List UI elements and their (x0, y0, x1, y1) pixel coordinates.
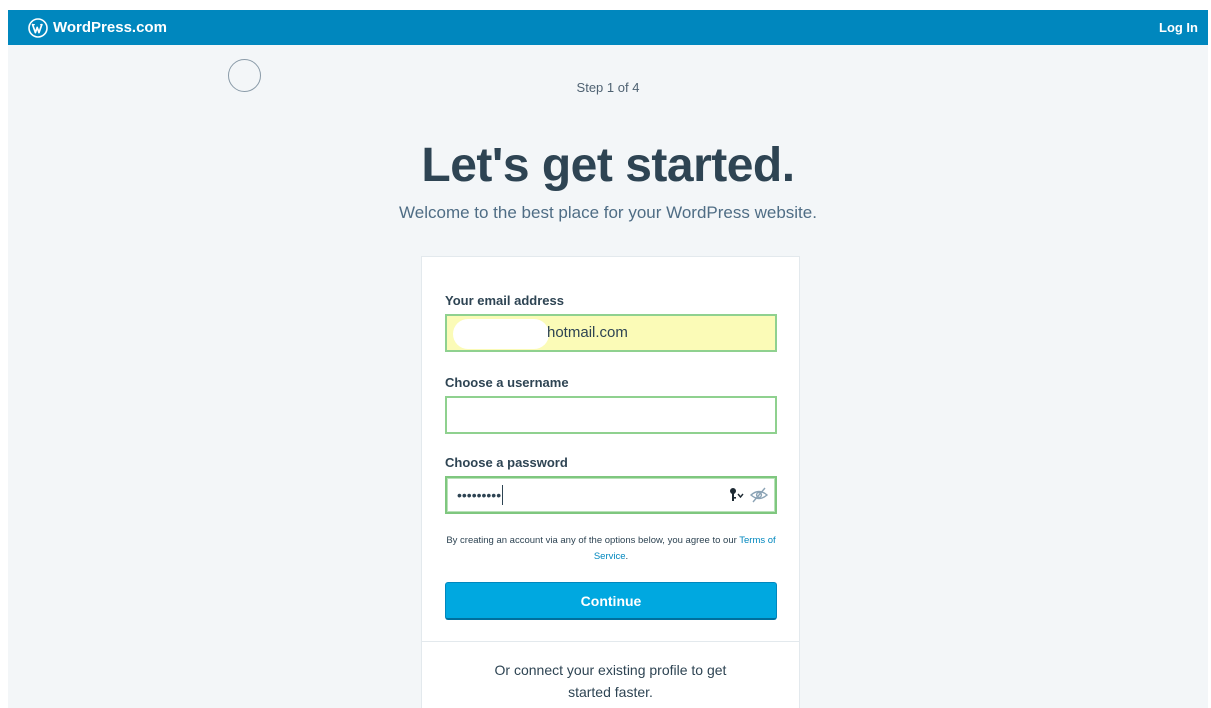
terms-prefix: By creating an account via any of the op… (446, 535, 737, 546)
password-value: ••••••••• (457, 487, 502, 503)
wordpress-logo-icon (28, 17, 48, 38)
page-title: Let's get started. (421, 139, 795, 192)
username-field[interactable] (445, 396, 777, 434)
continue-button[interactable]: Continue (445, 582, 777, 620)
email-value: hotmail.com (547, 324, 628, 341)
login-link[interactable]: Log In (1159, 20, 1198, 35)
step-indicator: Step 1 of 4 (576, 80, 640, 95)
eye-slash-icon[interactable] (749, 485, 769, 505)
username-label: Choose a username (445, 375, 569, 390)
social-connect-line-1: Or connect your existing profile to get (494, 662, 727, 678)
terms-notice: By creating an account via any of the op… (445, 533, 777, 565)
text-cursor (502, 485, 504, 505)
brand-name: WordPress.com (53, 19, 167, 36)
key-icon[interactable] (728, 485, 746, 505)
password-field[interactable]: ••••••••• (445, 476, 777, 514)
section-divider (422, 641, 799, 642)
email-label: Your email address (445, 293, 564, 308)
password-tools (728, 485, 769, 505)
page-subtitle: Welcome to the best place for your WordP… (399, 203, 817, 222)
email-redaction (453, 319, 549, 349)
page-frame: WordPress.com Log In Step 1 of 4 Let's g… (8, 10, 1208, 708)
terms-suffix: . (625, 551, 629, 562)
brand-link[interactable]: WordPress.com (28, 17, 167, 38)
email-field[interactable]: hotmail.com (445, 314, 777, 352)
social-connect-text: Or connect your existing profile to get … (422, 659, 799, 703)
signup-card: Your email address hotmail.com Choose a … (421, 256, 800, 708)
password-label: Choose a password (445, 455, 568, 470)
masterbar: WordPress.com Log In (8, 10, 1208, 45)
social-connect-line-2: started faster. (568, 684, 653, 700)
